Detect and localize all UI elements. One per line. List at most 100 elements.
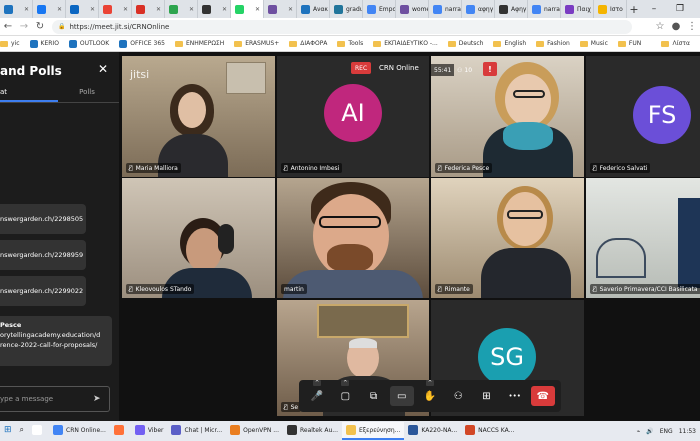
close-tab-icon[interactable]: ✕	[57, 6, 62, 13]
browser-tab[interactable]: Ανακ✕	[297, 0, 330, 18]
taskbar-app[interactable]: Realtek Au...	[283, 422, 342, 440]
hangup-button[interactable]: ☎	[530, 386, 555, 406]
chat-button[interactable]: ▭	[389, 386, 414, 406]
browser-tab[interactable]: Ιστο✕	[594, 0, 627, 18]
bookmark-item[interactable]: Music	[579, 40, 608, 47]
maximize-button[interactable]: ❐	[667, 4, 693, 14]
close-tab-icon[interactable]: ✕	[288, 6, 293, 13]
language-indicator[interactable]: ENG	[660, 428, 673, 435]
volume-icon[interactable]: 🔊	[646, 428, 653, 435]
close-tab-icon[interactable]: ✕	[189, 6, 194, 13]
message-text[interactable]: rence-2022-call-for-proposals/	[0, 340, 112, 350]
bookmark-item[interactable]: KERIO	[29, 39, 59, 48]
bookmark-item[interactable]: ERASMUS+	[234, 40, 279, 47]
taskbar-app[interactable]: Εξερεύνηση...	[342, 422, 405, 440]
menu-icon[interactable]: ⋮	[684, 21, 700, 32]
browser-tab[interactable]: narrat✕	[429, 0, 462, 18]
message-text[interactable]: nswergarden.ch/2298505	[0, 215, 83, 223]
close-tab-icon[interactable]: ✕	[156, 6, 161, 13]
taskbar-app[interactable]: Chat | Micr...	[167, 422, 226, 440]
browser-tab[interactable]: narra✕	[528, 0, 561, 18]
bookmark-item[interactable]: OFFICE 365	[119, 39, 165, 48]
close-icon[interactable]: ✕	[98, 62, 108, 76]
url-field[interactable]: 🔒 https://meet.jit.si/CRNOnline	[52, 19, 632, 34]
reload-icon[interactable]: ↻	[32, 21, 48, 32]
bookmark-reading-list[interactable]: Λίστα	[661, 40, 690, 47]
participant-tile[interactable]: martin	[277, 178, 429, 298]
taskbar-app[interactable]: OpenVPN ...	[226, 422, 283, 440]
forward-icon[interactable]: →	[16, 21, 32, 32]
participant-tile[interactable]: 55:41 ⚇ 10 ! 🎙̸ Federica Pesce	[431, 56, 584, 177]
browser-tab[interactable]: wome✕	[396, 0, 429, 18]
bookmark-item[interactable]: yic	[0, 40, 20, 47]
browser-tab[interactable]: ✕	[66, 0, 99, 18]
message-text[interactable]: orytellingacademy.education/d	[0, 330, 112, 340]
browser-tab[interactable]: ✕	[165, 0, 198, 18]
raise-hand-button[interactable]: ^ ✋	[418, 380, 442, 406]
close-tab-icon[interactable]: ✕	[24, 6, 29, 13]
participant-tile[interactable]: 🎙̸ Saverio Primavera/CCI Basilicata	[586, 178, 700, 298]
participant-tile[interactable]: 🎙̸ Rimante	[431, 178, 584, 298]
close-window-button[interactable]: ✕	[693, 4, 700, 14]
taskbar-app[interactable]: Viber	[131, 422, 168, 440]
bookmark-item[interactable]: ΕΝΗΜΕΡΩΣΗ	[174, 40, 224, 47]
bookmark-item[interactable]: Fashion	[536, 40, 570, 47]
tab-chat[interactable]: at	[0, 88, 58, 96]
browser-tab[interactable]: ✕	[264, 0, 297, 18]
taskbar-app[interactable]: KA220-NA...	[404, 422, 461, 440]
back-icon[interactable]: ←	[0, 21, 16, 32]
chevron-up-icon[interactable]: ^	[425, 380, 434, 386]
screen-share-button[interactable]: ⧉	[362, 386, 386, 406]
browser-tab[interactable]: ✕	[99, 0, 132, 18]
warning-icon[interactable]: !	[483, 62, 497, 76]
browser-tab[interactable]: ✕	[231, 0, 264, 18]
participant-tile[interactable]: FS 🎙̸ Federico Salvati	[586, 56, 700, 177]
new-tab-button[interactable]: +	[627, 3, 641, 16]
profile-icon[interactable]: ●	[668, 21, 684, 32]
send-icon[interactable]: ➤	[93, 394, 101, 404]
bookmark-item[interactable]: Deutsch	[447, 40, 483, 47]
clock[interactable]: 11:53	[679, 428, 696, 435]
browser-tab[interactable]: Παιχ✕	[561, 0, 594, 18]
browser-tab[interactable]: Αφηγ✕	[495, 0, 528, 18]
close-tab-icon[interactable]: ✕	[90, 6, 95, 13]
browser-tab[interactable]: ✕	[132, 0, 165, 18]
bookmark-item[interactable]: OUTLOOK	[68, 39, 109, 48]
participant-tile[interactable]: AI REC CRN Online 🎙̸ Antonino Imbesi	[277, 56, 429, 177]
taskbar-app[interactable]	[28, 422, 49, 440]
start-button[interactable]: ⊞	[0, 422, 16, 440]
tile-view-button[interactable]: ⊞	[474, 386, 498, 406]
participant-count[interactable]: ⚇ 10	[457, 64, 472, 76]
tab-polls[interactable]: Polls	[58, 88, 116, 96]
participant-tile[interactable]: 🎙̸ Kleovoulos STando	[122, 178, 275, 298]
bookmark-item[interactable]: Tools	[337, 40, 363, 47]
browser-tab[interactable]: gradu✕	[330, 0, 363, 18]
bookmark-item[interactable]: ΔΙΑΦΟΡΑ	[289, 40, 327, 47]
close-tab-icon[interactable]: ✕	[222, 6, 227, 13]
chevron-up-icon[interactable]: ^	[341, 380, 350, 386]
taskbar-search[interactable]: ⌕	[16, 422, 28, 440]
microphone-button[interactable]: ^ 🎤	[305, 380, 329, 406]
browser-tab[interactable]: ✕	[33, 0, 66, 18]
close-tab-icon[interactable]: ✕	[255, 6, 260, 13]
taskbar-app[interactable]	[110, 422, 131, 440]
bookmark-item[interactable]: English	[493, 40, 526, 47]
close-tab-icon[interactable]: ✕	[123, 6, 128, 13]
taskbar-app[interactable]: NACCS KA...	[461, 422, 518, 440]
participants-button[interactable]: ⚇	[446, 386, 470, 406]
browser-tab[interactable]: ✕	[198, 0, 231, 18]
bookmark-item[interactable]: FUN	[617, 40, 641, 47]
browser-tab[interactable]: αφηγ✕	[462, 0, 495, 18]
minimize-button[interactable]: –	[641, 4, 667, 14]
participant-tile[interactable]: jitsi 🎙̸ Maria Malliora	[122, 56, 275, 177]
browser-tab[interactable]: ✕	[0, 0, 33, 18]
more-options-button[interactable]: •••	[503, 386, 527, 406]
network-icon[interactable]: ⌁	[637, 428, 641, 435]
chevron-up-icon[interactable]: ^	[313, 380, 322, 386]
star-icon[interactable]: ☆	[652, 21, 668, 32]
message-text[interactable]: nswergarden.ch/2298959	[0, 251, 83, 259]
bookmark-item[interactable]: ΕΚΠΑΙΔΕΥΤΙΚΟ -...	[373, 40, 438, 47]
message-text[interactable]: nswergarden.ch/2299022	[0, 287, 83, 295]
browser-tab[interactable]: Empo✕	[363, 0, 396, 18]
camera-button[interactable]: ^ ▢	[333, 380, 357, 406]
